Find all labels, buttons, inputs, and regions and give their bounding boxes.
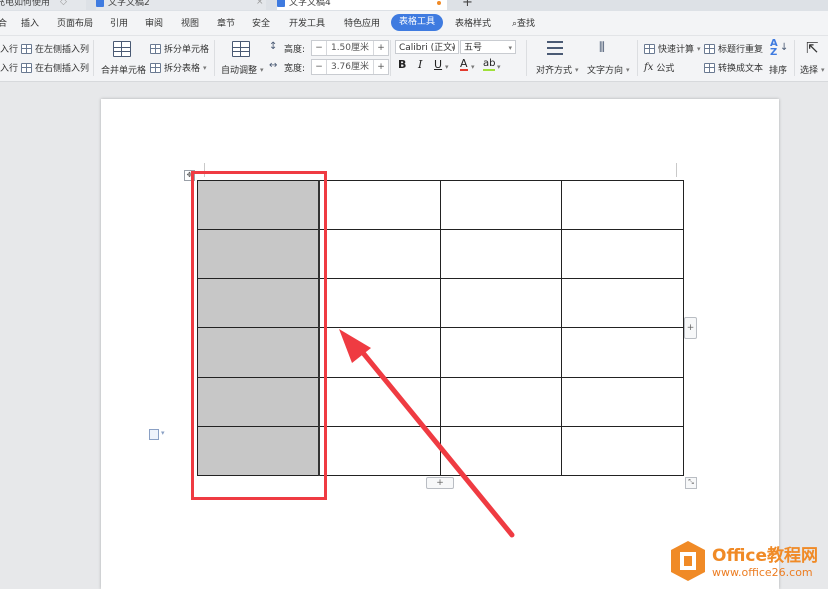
annotation-arrow — [339, 329, 515, 538]
office-logo-icon — [671, 541, 705, 581]
watermark-url: www.office26.com — [712, 566, 813, 579]
watermark-title: Office教程网 — [712, 546, 819, 566]
arrow-shaft — [352, 340, 515, 538]
watermark: Office教程网 www.office26.com — [668, 538, 828, 589]
